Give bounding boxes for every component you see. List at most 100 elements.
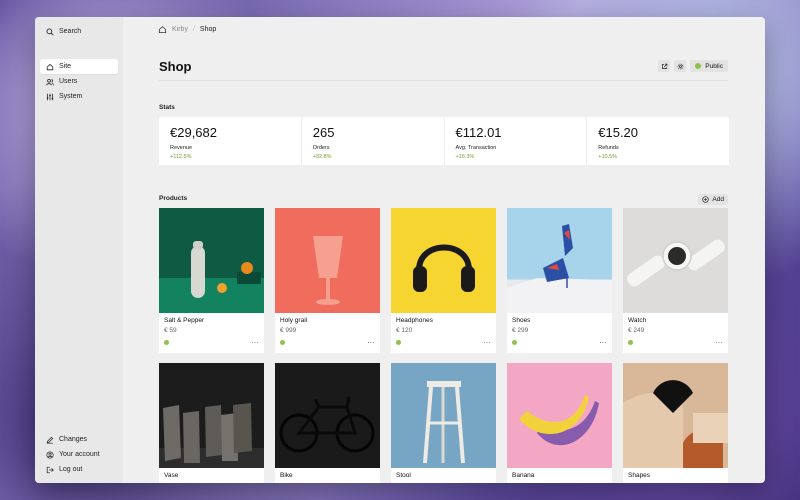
sidebar-item-label: Your account <box>59 451 100 458</box>
stat-trend: +16.3% <box>455 154 475 160</box>
product-image <box>275 363 380 468</box>
shapes-illustration <box>623 380 728 468</box>
status-dot[interactable] <box>164 340 169 345</box>
add-label: Add <box>712 196 724 203</box>
search-icon <box>46 28 54 36</box>
sidebar-item-users[interactable]: Users <box>40 74 118 89</box>
stat-avg-transaction: €112.01 Avg. Transaction +16.3% <box>444 117 587 165</box>
product-card[interactable]: Banana <box>507 363 612 483</box>
product-card[interactable]: Vase <box>159 363 264 483</box>
product-footer: ··· <box>628 339 723 347</box>
product-image <box>623 363 728 468</box>
product-title: Watch <box>628 317 647 324</box>
holy-grail-illustration <box>313 236 343 305</box>
product-title: Vase <box>164 472 179 479</box>
product-image <box>623 208 728 313</box>
product-price: € 249 <box>628 327 645 334</box>
product-title: Salt & Pepper <box>164 317 205 324</box>
breadcrumb: Kirby / Shop <box>158 25 216 34</box>
bike-illustration <box>279 396 375 453</box>
stat-trend: +82.8% <box>312 154 332 160</box>
product-image <box>275 208 380 313</box>
stat-trend: +112.5% <box>170 154 192 160</box>
product-title: Headphones <box>396 317 433 324</box>
stat-value: €15.20 <box>598 125 639 140</box>
product-price: € 59 <box>164 327 177 334</box>
product-image <box>507 363 612 468</box>
headphones-illustration <box>413 244 475 292</box>
open-external-button[interactable] <box>658 60 671 72</box>
status-dot[interactable] <box>628 340 633 345</box>
more-options-icon[interactable]: ··· <box>367 339 375 347</box>
product-card[interactable]: Bike <box>275 363 380 483</box>
stat-revenue: €29,682 Revenue +112.5% <box>159 117 301 165</box>
home-icon[interactable] <box>158 25 167 34</box>
status-dot[interactable] <box>280 340 285 345</box>
breadcrumb-root[interactable]: Kirby <box>172 26 188 33</box>
sidebar-item-label: Changes <box>59 436 88 443</box>
product-title: Shapes <box>628 472 651 479</box>
products-heading: Products <box>159 195 188 202</box>
gear-icon <box>677 63 684 69</box>
stat-label: Orders <box>312 145 330 151</box>
product-image <box>159 363 264 468</box>
product-card[interactable]: Holy grail € 999 ··· <box>275 208 380 353</box>
status-button[interactable]: Public <box>690 60 728 72</box>
products-grid: Salt & Pepper € 59 ··· Holy grail € 999 <box>159 208 729 483</box>
header-actions: Public <box>658 60 728 72</box>
more-options-icon[interactable]: ··· <box>483 339 491 347</box>
stat-value: 265 <box>312 125 335 140</box>
more-options-icon[interactable]: ··· <box>599 339 607 347</box>
product-title: Shoes <box>512 317 531 324</box>
more-options-icon[interactable]: ··· <box>251 339 259 347</box>
stat-label: Revenue <box>170 145 193 151</box>
sidebar-item-changes[interactable]: Changes <box>40 432 118 447</box>
status-dot[interactable] <box>396 340 401 345</box>
product-title: Banana <box>512 472 535 479</box>
external-link-icon <box>661 63 668 69</box>
search-button[interactable]: Search <box>40 24 118 39</box>
stat-trend: +10.5% <box>598 154 618 160</box>
breadcrumb-separator: / <box>192 26 195 33</box>
product-card[interactable]: Salt & Pepper € 59 ··· <box>159 208 264 353</box>
stat-label: Refunds <box>598 145 619 151</box>
status-dot[interactable] <box>512 340 517 345</box>
product-card[interactable]: Stool <box>391 363 496 483</box>
main-content: Kirby / Shop Shop Public Stats €29,682 R… <box>123 17 765 483</box>
sidebar-item-system[interactable]: System <box>40 89 118 104</box>
banana-illustration <box>519 395 599 446</box>
product-card[interactable]: Shoes € 299 ··· <box>507 208 612 353</box>
vase-illustration <box>159 403 264 468</box>
app-window: Search Site Users System Changes Your ac… <box>35 17 765 483</box>
more-options-icon[interactable]: ··· <box>715 339 723 347</box>
sidebar-item-logout[interactable]: Log out <box>40 462 118 477</box>
sidebar-item-account[interactable]: Your account <box>40 447 118 462</box>
product-footer: ··· <box>164 339 259 347</box>
stat-orders: 265 Orders +82.8% <box>301 117 444 165</box>
watch-illustration <box>627 239 725 287</box>
breadcrumb-current[interactable]: Shop <box>200 26 216 33</box>
status-dot <box>695 63 702 69</box>
product-footer: ··· <box>512 339 607 347</box>
product-image <box>391 363 496 468</box>
stats-heading: Stats <box>159 104 175 111</box>
sidebar-item-site[interactable]: Site <box>40 59 118 74</box>
salt-pepper-illustration <box>159 241 264 313</box>
plus-circle-icon <box>702 196 710 203</box>
settings-button[interactable] <box>674 60 687 72</box>
header-divider <box>159 80 728 81</box>
product-card[interactable]: Shapes <box>623 363 728 483</box>
sliders-icon <box>46 93 54 100</box>
product-card[interactable]: Watch € 249 ··· <box>623 208 728 353</box>
add-product-button[interactable]: Add <box>698 194 728 205</box>
stat-value: €29,682 <box>170 125 217 140</box>
product-title: Holy grail <box>280 317 308 324</box>
stat-value: €112.01 <box>455 125 502 140</box>
page-title: Shop <box>159 59 192 74</box>
product-card[interactable]: Headphones € 120 ··· <box>391 208 496 353</box>
product-image <box>159 208 264 313</box>
sidebar-bottom-nav: Changes Your account Log out <box>35 432 123 477</box>
product-image <box>507 208 612 313</box>
edit-icon <box>46 436 54 444</box>
search-label: Search <box>59 28 82 35</box>
